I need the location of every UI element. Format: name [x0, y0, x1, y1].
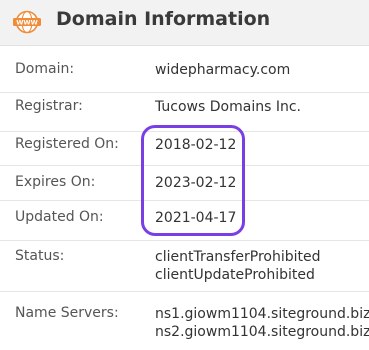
label-expires-on: Expires On: — [15, 174, 96, 190]
label-name-servers: Name Servers: — [15, 305, 119, 321]
value-registered-on: 2018-02-12 — [155, 137, 237, 153]
value-expires-on: 2023-02-12 — [155, 175, 237, 191]
logo-text: WWW — [16, 19, 38, 27]
value-name-servers: ns1.giowm1104.siteground.biz ns2.giowm11… — [155, 305, 369, 341]
row-updated-on: Updated On: 2021-04-17 — [0, 201, 369, 241]
value-status: clientTransferProhibited clientUpdatePro… — [155, 248, 320, 284]
page-title: Domain Information — [56, 8, 271, 30]
label-registrar: Registrar: — [15, 98, 83, 114]
row-expires-on: Expires On: 2023-02-12 — [0, 166, 369, 201]
row-status: Status: clientTransferProhibited clientU… — [0, 241, 369, 292]
card-header: WWW Domain Information — [0, 0, 369, 46]
value-updated-on: 2021-04-17 — [155, 210, 237, 226]
www-globe-icon: WWW — [13, 10, 41, 34]
name-server-item: ns1.giowm1104.siteground.biz — [155, 306, 369, 322]
label-updated-on: Updated On: — [15, 209, 104, 225]
label-registered-on: Registered On: — [15, 136, 119, 152]
status-item: clientTransferProhibited — [155, 249, 321, 265]
label-status: Status: — [15, 248, 65, 264]
label-domain: Domain: — [15, 61, 75, 77]
row-name-servers: Name Servers: ns1.giowm1104.siteground.b… — [0, 292, 369, 350]
domain-info-card: WWW Domain Information Domain: widepharm… — [0, 0, 369, 350]
name-server-item: ns2.giowm1104.siteground.biz — [155, 324, 369, 340]
row-domain: Domain: widepharmacy.com — [0, 46, 369, 93]
status-item: clientUpdateProhibited — [155, 267, 315, 283]
row-registrar: Registrar: Tucows Domains Inc. — [0, 93, 369, 132]
value-domain: widepharmacy.com — [155, 62, 291, 78]
row-registered-on: Registered On: 2018-02-12 — [0, 132, 369, 166]
value-registrar: Tucows Domains Inc. — [155, 99, 301, 115]
